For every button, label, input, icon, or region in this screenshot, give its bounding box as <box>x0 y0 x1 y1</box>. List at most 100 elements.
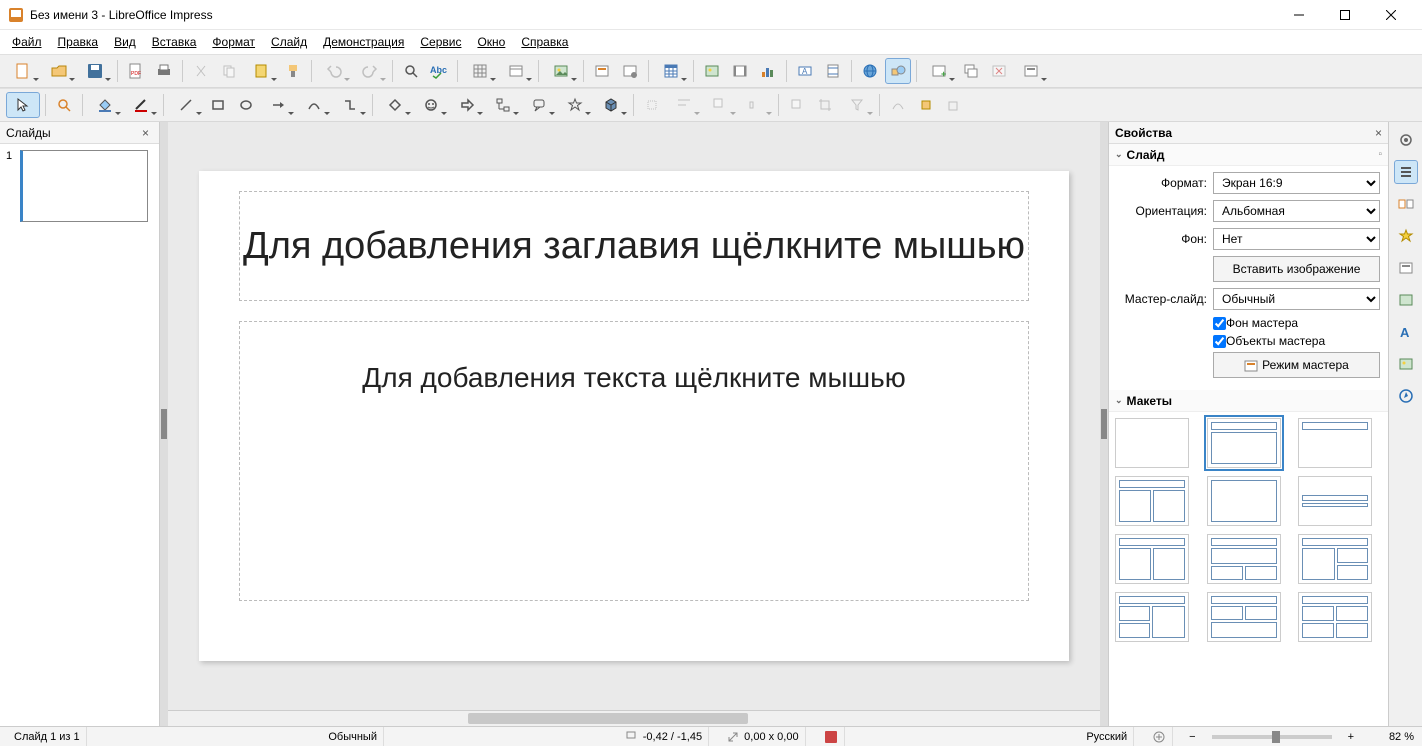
distribute-tool[interactable] <box>739 92 773 118</box>
show-draw-button[interactable] <box>885 58 911 84</box>
layout-content[interactable] <box>1207 476 1281 526</box>
insert-table-button[interactable] <box>654 58 688 84</box>
block-arrows-tool[interactable] <box>450 92 484 118</box>
display-grid-button[interactable] <box>463 58 497 84</box>
sidebar-animation-tab[interactable] <box>1394 224 1418 248</box>
zoom-out-button[interactable]: − <box>1185 731 1199 743</box>
slide-section-header[interactable]: ⌄ Слайд ▫ <box>1109 144 1388 166</box>
minimize-button[interactable] <box>1276 0 1322 30</box>
line-color-tool[interactable] <box>124 92 158 118</box>
layouts-section-header[interactable]: ⌄ Макеты <box>1109 390 1388 412</box>
zoom-tool[interactable] <box>51 92 77 118</box>
slide-properties-button[interactable] <box>617 58 643 84</box>
arrow-tool[interactable] <box>261 92 295 118</box>
menu-file[interactable]: Файл <box>6 32 48 52</box>
layout-content-over-two[interactable] <box>1207 534 1281 584</box>
delete-slide-button[interactable] <box>986 58 1012 84</box>
master-bg-checkbox[interactable] <box>1213 317 1226 330</box>
layout-three-content[interactable] <box>1298 534 1372 584</box>
paste-button[interactable] <box>244 58 278 84</box>
line-tool[interactable] <box>169 92 203 118</box>
3d-tool[interactable] <box>594 92 628 118</box>
insert-image-button[interactable]: Вставить изображение <box>1213 256 1380 282</box>
horizontal-scrollbar[interactable] <box>168 710 1100 726</box>
fill-color-tool[interactable] <box>88 92 122 118</box>
vertical-splitter-right[interactable] <box>1100 122 1108 726</box>
flowchart-tool[interactable] <box>486 92 520 118</box>
orientation-select[interactable]: Альбомная <box>1213 200 1380 222</box>
master-obj-checkbox[interactable] <box>1213 335 1226 348</box>
insert-hyperlink-button[interactable] <box>857 58 883 84</box>
status-fit-icon[interactable] <box>1146 727 1173 746</box>
crop-tool[interactable] <box>812 92 838 118</box>
background-select[interactable]: Нет <box>1213 228 1380 250</box>
menu-slide[interactable]: Слайд <box>265 32 313 52</box>
layout-blank[interactable] <box>1115 418 1189 468</box>
insert-header-footer-button[interactable] <box>820 58 846 84</box>
zoom-percent[interactable]: 82 % <box>1370 731 1414 743</box>
align-tool[interactable] <box>667 92 701 118</box>
title-placeholder[interactable]: Для добавления заглавия щёлкните мышью <box>239 191 1029 301</box>
connector-tool[interactable] <box>333 92 367 118</box>
insert-chart-button[interactable] <box>755 58 781 84</box>
menu-view[interactable]: Вид <box>108 32 142 52</box>
status-slide-count[interactable]: Слайд 1 из 1 <box>8 727 87 746</box>
display-views-button[interactable] <box>499 58 533 84</box>
open-button[interactable] <box>42 58 76 84</box>
status-language[interactable]: Русский <box>1080 727 1134 746</box>
curve-tool[interactable] <box>297 92 331 118</box>
sidebar-transitions-tab[interactable] <box>1394 192 1418 216</box>
new-slide-button[interactable]: + <box>922 58 956 84</box>
layout-two-over-one[interactable] <box>1207 592 1281 642</box>
insert-textbox-button[interactable]: A <box>792 58 818 84</box>
vertical-splitter-left[interactable] <box>160 122 168 726</box>
slides-panel-close[interactable]: × <box>138 126 153 140</box>
select-tool[interactable] <box>6 92 40 118</box>
menu-insert[interactable]: Вставка <box>146 32 203 52</box>
close-button[interactable] <box>1368 0 1414 30</box>
menu-window[interactable]: Окно <box>471 32 511 52</box>
cut-button[interactable] <box>188 58 214 84</box>
slide-thumb-1[interactable]: 1 <box>6 150 153 222</box>
spellcheck-button[interactable]: Abc <box>426 58 452 84</box>
menu-format[interactable]: Формат <box>206 32 261 52</box>
layout-centered[interactable] <box>1298 476 1372 526</box>
properties-close[interactable]: × <box>1375 126 1382 140</box>
format-select[interactable]: Экран 16:9 <box>1213 172 1380 194</box>
layout-three-content-b[interactable] <box>1115 592 1189 642</box>
ellipse-tool[interactable] <box>233 92 259 118</box>
master-select[interactable]: Обычный <box>1213 288 1380 310</box>
slide-canvas[interactable]: Для добавления заглавия щёлкните мышью Д… <box>199 171 1069 661</box>
export-pdf-button[interactable]: PDF <box>123 58 149 84</box>
sidebar-settings-icon[interactable] <box>1394 128 1418 152</box>
menu-help[interactable]: Справка <box>515 32 574 52</box>
sidebar-master-tab[interactable] <box>1394 256 1418 280</box>
layout-two-content-header[interactable] <box>1115 534 1189 584</box>
menu-edit[interactable]: Правка <box>52 32 105 52</box>
master-mode-button[interactable]: Режим мастера <box>1213 352 1380 378</box>
clone-format-button[interactable] <box>280 58 306 84</box>
points-tool[interactable] <box>885 92 911 118</box>
copy-button[interactable] <box>216 58 242 84</box>
sidebar-gallery-tab[interactable] <box>1394 288 1418 312</box>
extrusion-tool[interactable] <box>941 92 967 118</box>
insert-av-button[interactable] <box>727 58 753 84</box>
layout-title-only[interactable] <box>1298 418 1372 468</box>
zoom-slider[interactable] <box>1212 735 1332 739</box>
print-button[interactable] <box>151 58 177 84</box>
sidebar-styles-tab[interactable]: A <box>1394 320 1418 344</box>
redo-button[interactable] <box>353 58 387 84</box>
status-view-mode[interactable]: Обычный <box>322 727 384 746</box>
maximize-button[interactable] <box>1322 0 1368 30</box>
sidebar-navigator-tab[interactable] <box>1394 384 1418 408</box>
master-slide-button[interactable] <box>589 58 615 84</box>
status-save-icon[interactable] <box>818 727 845 746</box>
rotate-tool[interactable] <box>639 92 665 118</box>
undo-button[interactable] <box>317 58 351 84</box>
symbol-shapes-tool[interactable] <box>414 92 448 118</box>
insert-picture-button[interactable] <box>699 58 725 84</box>
callouts-tool[interactable] <box>522 92 556 118</box>
new-button[interactable] <box>6 58 40 84</box>
zoom-in-button[interactable]: + <box>1344 731 1358 743</box>
layout-four-content[interactable] <box>1298 592 1372 642</box>
